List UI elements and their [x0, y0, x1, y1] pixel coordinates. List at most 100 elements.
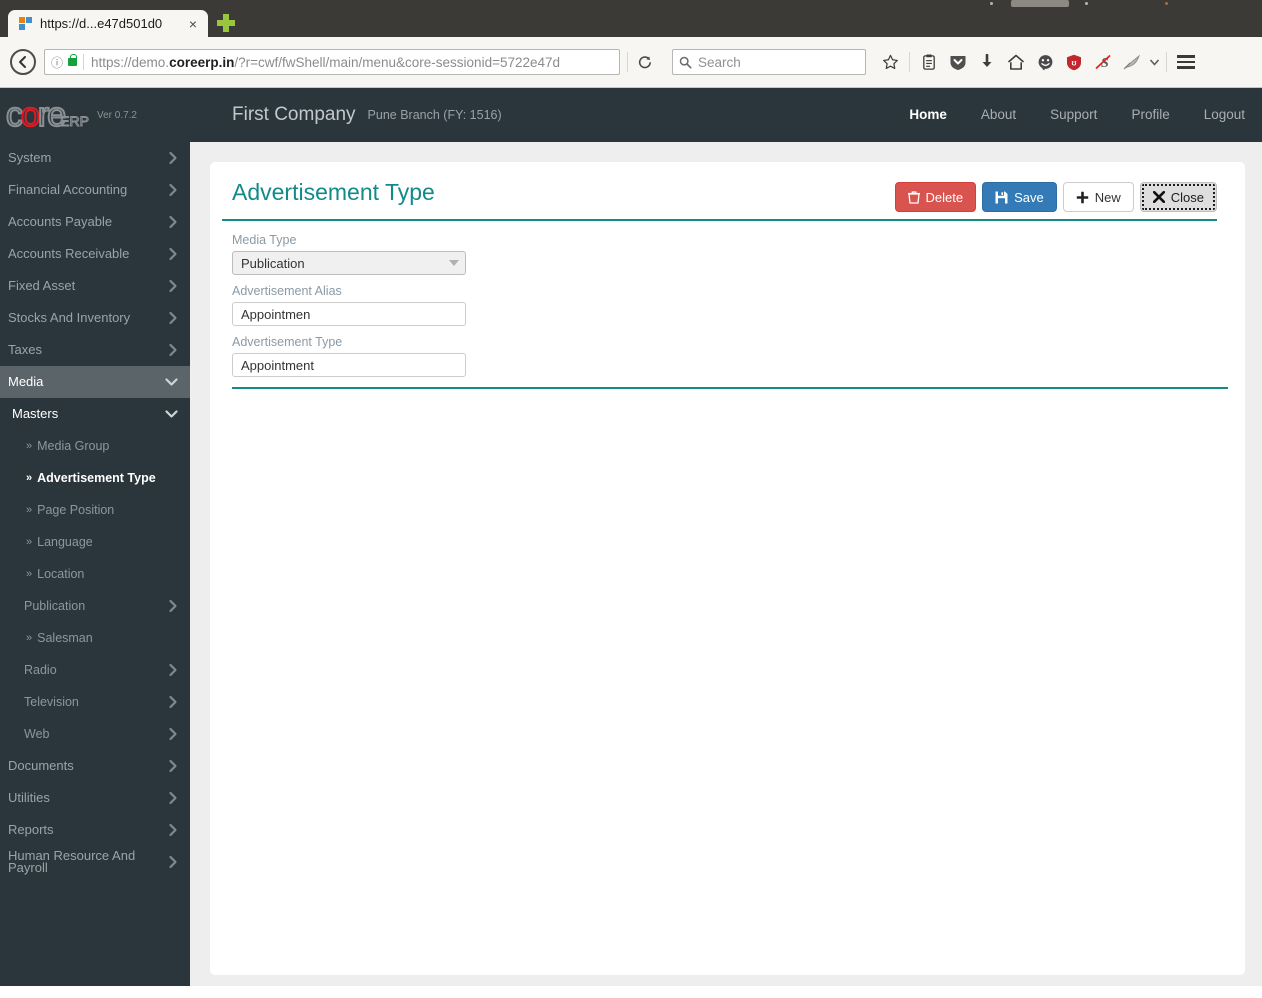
sidebar-item-taxes[interactable]: Taxes [0, 334, 190, 366]
chevron-down-icon[interactable] [1147, 48, 1161, 76]
field-label: Media Type [232, 233, 297, 247]
sidebar-item-advertisement-type[interactable]: » Advertisement Type [0, 462, 190, 494]
sidebar-item-label: Fixed Asset [8, 278, 76, 294]
sidebar-item-documents[interactable]: Documents [0, 750, 190, 782]
sidebar-item-accounts-payable[interactable]: Accounts Payable [0, 206, 190, 238]
reload-divider [627, 52, 628, 72]
form-divider [232, 387, 1228, 389]
sidebar-item-radio[interactable]: Radio [0, 654, 190, 686]
sidebar-item-television[interactable]: Television [0, 686, 190, 718]
chevron-right-icon [169, 824, 178, 836]
close-button[interactable]: Close [1139, 182, 1217, 212]
field-advertisement-type: Advertisement Type [232, 335, 1217, 377]
nav-item-logout[interactable]: Logout [1187, 88, 1262, 142]
chevron-right-icon [169, 184, 178, 196]
nav-item-home[interactable]: Home [892, 88, 964, 142]
nav-item-about[interactable]: About [964, 88, 1033, 142]
sidebar-item-system[interactable]: System [0, 142, 190, 174]
field-advertisement-alias: Advertisement Alias [232, 284, 1217, 326]
reload-button[interactable] [630, 49, 658, 75]
sidebar-item-web[interactable]: Web [0, 718, 190, 750]
trash-icon [907, 190, 920, 204]
save-button[interactable]: Save [982, 182, 1057, 212]
sidebar-item-label: Reports [8, 822, 54, 838]
new-button-label: New [1094, 189, 1121, 205]
sidebar-item-media[interactable]: Media [0, 366, 190, 398]
page-body: System Financial Accounting Accounts Pay… [0, 142, 1262, 986]
sidebar-item-publication[interactable]: Publication [0, 590, 190, 622]
sidebar-item-page-position[interactable]: » Page Position [0, 494, 190, 526]
smiley-face-icon[interactable] [1031, 48, 1059, 76]
sidebar-item-utilities[interactable]: Utilities [0, 782, 190, 814]
hamburger-menu-icon[interactable] [1172, 48, 1200, 76]
action-button-row: Delete Save New Close [894, 178, 1217, 212]
sidebar-item-label: Page Position [37, 503, 115, 517]
feather-extension-icon[interactable] [1118, 48, 1146, 76]
window-titlebar-strip [0, 0, 1262, 8]
sidebar-item-masters[interactable]: Masters [0, 398, 190, 430]
sidebar-item-label: Location [37, 567, 85, 581]
url-bar[interactable]: ⓘ https://demo.coreerp.in/?r=cwf/fwShell… [44, 49, 620, 75]
nav-item-support[interactable]: Support [1033, 88, 1114, 142]
sidebar-item-reports[interactable]: Reports [0, 814, 190, 846]
sidebar-item-label: Media Group [37, 439, 110, 453]
media-type-select[interactable]: Publication [232, 251, 466, 275]
downloads-arrow-icon[interactable] [973, 48, 1001, 76]
sidebar-item-stocks-and-inventory[interactable]: Stocks And Inventory [0, 302, 190, 334]
reading-list-icon[interactable] [915, 48, 943, 76]
nav-item-profile[interactable]: Profile [1114, 88, 1186, 142]
browser-tab[interactable]: https://d...e47d501d0 × [8, 10, 208, 37]
sidebar-item-label: Radio [24, 663, 57, 677]
new-button[interactable]: New [1062, 182, 1134, 212]
ublock-origin-icon[interactable]: ʊ [1060, 48, 1088, 76]
logo-letter-r: r [37, 96, 50, 134]
sidebar-navigation: System Financial Accounting Accounts Pay… [0, 142, 190, 986]
sidebar-item-label: Language [37, 535, 93, 549]
sidebar-item-media-group[interactable]: » Media Group [0, 430, 190, 462]
search-box[interactable]: Search [672, 49, 866, 75]
back-button[interactable] [8, 47, 38, 77]
chevron-right-icon [169, 312, 178, 324]
window-dot-3 [1165, 2, 1168, 5]
sidebar-item-salesman[interactable]: » Salesman [0, 622, 190, 654]
sidebar-item-language[interactable]: » Language [0, 526, 190, 558]
window-control-ghost [1011, 0, 1069, 7]
sidebar-item-location[interactable]: » Location [0, 558, 190, 590]
page-title: Advertisement Type [232, 179, 435, 205]
x-icon [1152, 191, 1165, 203]
bullet-icon: » [26, 568, 33, 580]
url-divider [83, 54, 85, 70]
toolbar-divider-2 [1166, 52, 1167, 72]
delete-button[interactable]: Delete [894, 182, 977, 212]
no-script-icon[interactable]: S [1089, 48, 1117, 76]
tab-close-icon[interactable]: × [187, 17, 199, 31]
bookmark-star-icon[interactable] [876, 48, 904, 76]
back-arrow-icon [10, 49, 36, 75]
home-icon[interactable] [1002, 48, 1030, 76]
sidebar-item-financial-accounting[interactable]: Financial Accounting [0, 174, 190, 206]
sidebar-item-human-resource-and-payroll[interactable]: Human Resource And Payroll [0, 846, 190, 878]
sidebar-item-label: Salesman [37, 631, 93, 645]
sidebar-item-label: Publication [24, 599, 86, 613]
chevron-right-icon [169, 344, 178, 356]
save-button-label: Save [1014, 189, 1044, 205]
sidebar-item-accounts-receivable[interactable]: Accounts Receivable [0, 238, 190, 270]
company-name: First Company [232, 104, 356, 125]
bullet-icon: » [26, 472, 33, 484]
new-tab-button[interactable] [216, 13, 236, 33]
search-icon [679, 56, 692, 69]
chevron-down-icon [165, 409, 178, 419]
pocket-shield-icon[interactable] [944, 48, 972, 76]
chevron-right-icon [169, 760, 178, 772]
form-area: Media Type Publication Advertisement Ali… [222, 221, 1217, 377]
app-logo[interactable]: c o r e ERP Ver 0.7.2 [0, 88, 190, 142]
advertisement-type-input[interactable] [232, 353, 466, 377]
page-info-icon[interactable]: ⓘ [51, 54, 63, 71]
delete-button-label: Delete [925, 189, 964, 205]
advertisement-alias-input[interactable] [232, 302, 466, 326]
chevron-right-icon [169, 696, 178, 708]
tab-favicon-icon [19, 16, 33, 31]
chevron-right-icon [169, 600, 178, 612]
plus-icon [1076, 191, 1088, 203]
sidebar-item-fixed-asset[interactable]: Fixed Asset [0, 270, 190, 302]
